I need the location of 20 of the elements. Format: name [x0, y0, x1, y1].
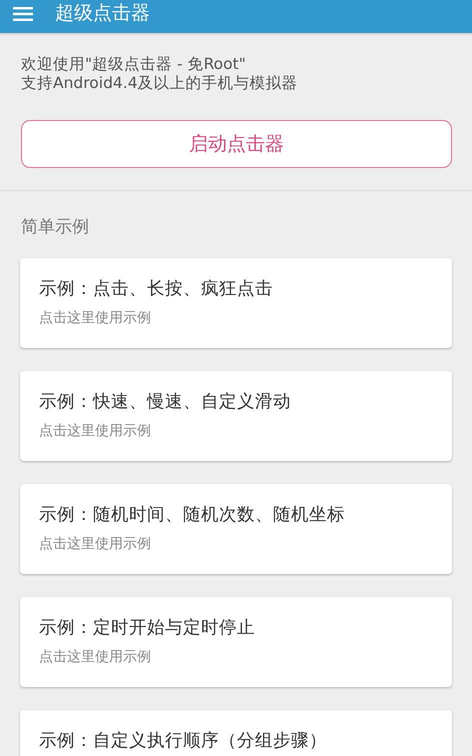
example-card[interactable]: 示例：自定义执行顺序（分组步骤）	[20, 710, 452, 756]
example-card[interactable]: 示例：快速、慢速、自定义滑动 点击这里使用示例	[20, 371, 452, 461]
example-hint: 点击这里使用示例	[39, 422, 152, 440]
example-hint: 点击这里使用示例	[39, 648, 152, 666]
example-hint: 点击这里使用示例	[39, 309, 152, 327]
example-title: 示例：随机时间、随机次数、随机坐标	[39, 504, 346, 526]
menu-icon[interactable]	[13, 6, 33, 20]
start-button[interactable]: 启动点击器	[21, 120, 452, 168]
example-title: 示例：点击、长按、疯狂点击	[39, 278, 274, 300]
example-title: 示例：快速、慢速、自定义滑动	[39, 391, 292, 413]
example-card[interactable]: 示例：定时开始与定时停止 点击这里使用示例	[20, 597, 452, 687]
example-hint: 点击这里使用示例	[39, 535, 152, 553]
example-card[interactable]: 示例：点击、长按、疯狂点击 点击这里使用示例	[20, 258, 452, 348]
section-title: 简单示例	[20, 216, 90, 239]
example-title: 示例：自定义执行顺序（分组步骤）	[39, 730, 328, 752]
intro-text: 欢迎使用"超级点击器 - 免Root"	[21, 55, 247, 74]
example-card[interactable]: 示例：随机时间、随机次数、随机坐标 点击这里使用示例	[20, 484, 452, 574]
example-title: 示例：定时开始与定时停止	[39, 617, 256, 639]
app-title: 超级点击器	[55, 0, 150, 26]
intro-text: 支持Android4.4及以上的手机与模拟器	[21, 74, 299, 93]
